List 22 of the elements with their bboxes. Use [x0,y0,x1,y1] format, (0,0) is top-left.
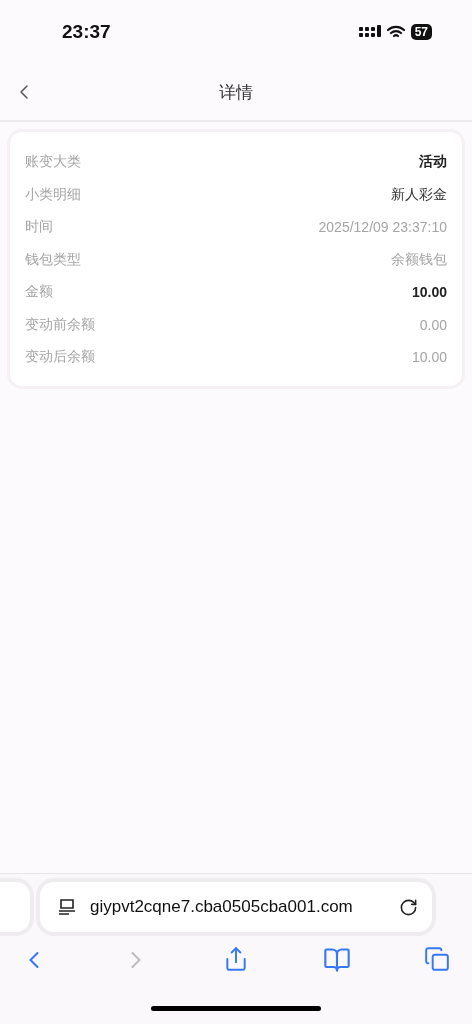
detail-label: 变动前余额 [25,315,95,334]
detail-value: 2025/12/09 23:37:10 [318,219,447,236]
detail-value: 新人彩金 [391,185,447,204]
clock-time: 23:37 [62,21,111,43]
detail-label: 钱包类型 [25,250,81,269]
detail-label: 账变大类 [25,153,81,172]
page-title: 详情 [219,81,253,104]
detail-label: 金额 [25,283,53,302]
detail-label: 小类明细 [25,185,81,204]
battery-icon: 57 [410,24,432,40]
detail-label: 变动后余额 [25,348,95,367]
wifi-icon [386,25,405,39]
detail-value: 10.00 [411,349,447,366]
detail-value: 活动 [419,153,447,172]
signal-icon [358,25,381,39]
page-menu-icon [58,898,76,916]
detail-value: 10.00 [411,284,447,301]
detail-value: 余额钱包 [391,250,447,269]
detail-value: 0.00 [419,316,447,333]
reload-icon[interactable] [399,897,418,917]
url-text: giypvt2cqne7.cba0505cba001.com [90,897,354,917]
detail-label: 时间 [25,218,53,237]
